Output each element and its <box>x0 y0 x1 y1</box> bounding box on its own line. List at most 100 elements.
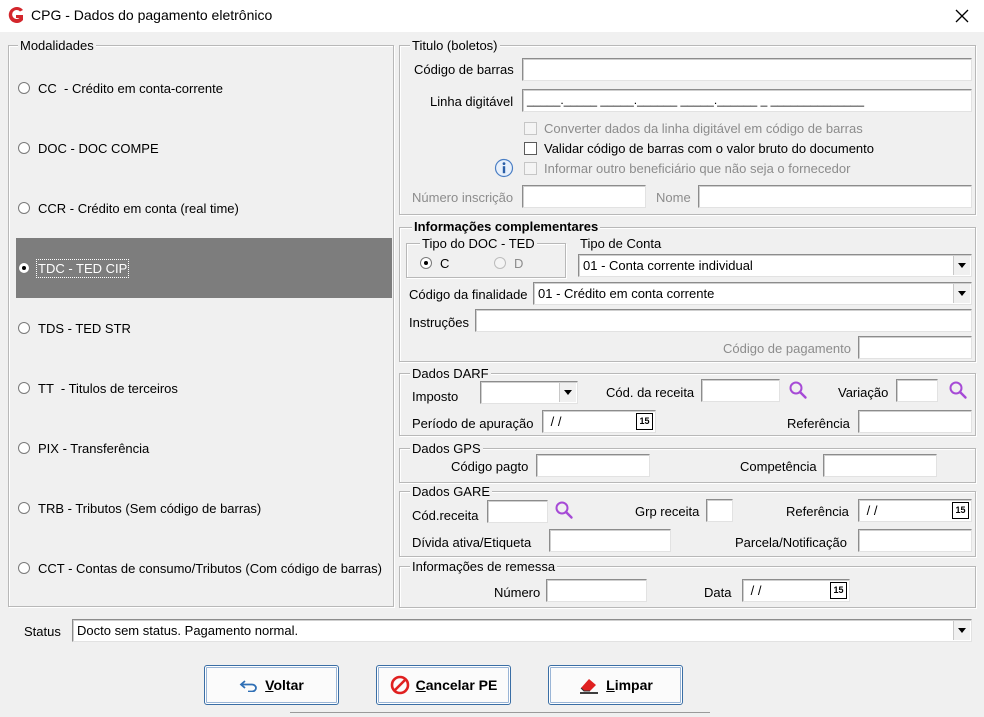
cancel-icon <box>390 675 409 695</box>
validar-checkbox-row[interactable]: Validar código de barras com o valor bru… <box>524 139 874 157</box>
status-select[interactable]: Docto sem status. Pagamento normal. <box>72 619 972 642</box>
validar-checkbox[interactable] <box>524 141 537 155</box>
nome-label: Nome <box>656 190 691 205</box>
variacao-input[interactable] <box>896 379 938 402</box>
radio-label: TT - Titulos de terceiros <box>38 380 178 396</box>
numero-label: Número <box>494 585 541 600</box>
tipo-doc-radio-d[interactable]: D <box>494 253 523 273</box>
codigo-finalidade-select[interactable]: 01 - Crédito em conta corrente <box>533 282 972 305</box>
radio-circle[interactable] <box>18 322 30 334</box>
search-icon[interactable] <box>554 500 574 520</box>
radio-circle[interactable] <box>494 257 506 269</box>
instrucoes-input[interactable] <box>475 309 972 332</box>
remessa-data-value: / / <box>747 583 762 598</box>
grp-receita-input[interactable] <box>706 499 733 522</box>
gps-legend: Dados GPS <box>410 441 483 456</box>
radio-d-label: D <box>514 255 524 271</box>
radio-modalidade-cc[interactable]: CC - Crédito em conta-corrente <box>18 78 223 98</box>
radio-label: CCT - Contas de consumo/Tributos (Com có… <box>38 560 382 576</box>
radio-modalidade-trb[interactable]: TRB - Tributos (Sem código de barras) <box>18 498 261 518</box>
codigo-pagamento-input[interactable] <box>858 336 972 359</box>
periodo-apuracao-value: / / <box>547 414 562 429</box>
codigo-finalidade-label: Código da finalidade <box>409 287 528 302</box>
cancelar-hotkey: C <box>415 677 426 693</box>
radio-label: DOC - DOC COMPE <box>38 140 159 156</box>
instrucoes-label: Instruções <box>409 315 469 330</box>
radio-circle[interactable] <box>18 382 30 394</box>
codigo-pagto-input[interactable] <box>536 454 650 477</box>
window-bottom-edge <box>290 712 710 717</box>
informar-checkbox-row[interactable]: Informar outro beneficiário que não seja… <box>524 159 850 177</box>
radio-modalidade-tds[interactable]: TDS - TED STR <box>18 318 131 338</box>
imposto-select[interactable] <box>480 381 578 404</box>
chevron-down-icon[interactable] <box>953 256 970 275</box>
info-icon[interactable] <box>494 158 514 178</box>
radio-circle[interactable] <box>18 202 30 214</box>
window-title: CPG - Dados do pagamento eletrônico <box>31 7 273 23</box>
numero-input[interactable] <box>546 579 647 602</box>
gare-legend: Dados GARE <box>410 484 493 499</box>
radio-label: CC - Crédito em conta-corrente <box>38 80 223 96</box>
radio-circle[interactable] <box>18 502 30 514</box>
converter-checkbox-row[interactable]: Converter dados da linha digitável em có… <box>524 119 863 137</box>
tipo-doc-ted-legend: Tipo do DOC - TED <box>420 236 537 251</box>
calendar-icon[interactable]: 15 <box>952 502 969 519</box>
informar-checkbox[interactable] <box>524 161 537 175</box>
parcela-notificacao-input[interactable] <box>858 529 972 552</box>
radio-circle[interactable] <box>18 82 30 94</box>
remessa-legend: Informações de remessa <box>410 559 558 574</box>
gare-referencia-input[interactable]: / / 15 <box>858 499 972 522</box>
radio-circle[interactable] <box>18 442 30 454</box>
search-icon[interactable] <box>948 380 968 400</box>
eraser-icon <box>580 679 599 694</box>
codigo-barras-input[interactable] <box>522 58 972 81</box>
modalidades-legend: Modalidades <box>18 38 96 53</box>
radio-modalidade-tdc[interactable]: TDC - TED CIP <box>18 258 130 278</box>
radio-modalidade-cct[interactable]: CCT - Contas de consumo/Tributos (Com có… <box>18 558 382 578</box>
radio-modalidade-ccr[interactable]: CCR - Crédito em conta (real time) <box>18 198 239 218</box>
periodo-apuracao-input[interactable]: / / 15 <box>542 410 656 433</box>
calendar-icon[interactable]: 15 <box>636 413 653 430</box>
numero-inscricao-input[interactable] <box>522 185 646 208</box>
limpar-label: Limpar <box>606 677 653 693</box>
search-icon[interactable] <box>788 380 808 400</box>
validar-label: Validar código de barras com o valor bru… <box>544 140 875 156</box>
gare-cod-receita-label: Cód.receita <box>412 508 479 523</box>
radio-modalidade-doc[interactable]: DOC - DOC COMPE <box>18 138 159 158</box>
tipo-conta-select[interactable]: 01 - Conta corrente individual <box>578 254 972 277</box>
cancelar-rest: ancelar PE <box>425 677 498 693</box>
chevron-down-icon[interactable] <box>953 284 970 303</box>
converter-checkbox[interactable] <box>524 121 537 135</box>
radio-circle[interactable] <box>18 142 30 154</box>
radio-label: TDS - TED STR <box>38 320 131 336</box>
radio-circle-checked[interactable] <box>420 257 432 269</box>
parcela-notificacao-label: Parcela/Notificação <box>735 535 847 550</box>
chevron-down-icon[interactable] <box>559 383 576 402</box>
radio-modalidade-tt[interactable]: TT - Titulos de terceiros <box>18 378 178 398</box>
gare-referencia-value: / / <box>863 503 878 518</box>
periodo-apuracao-label: Período de apuração <box>412 416 534 431</box>
divida-ativa-input[interactable] <box>549 529 671 552</box>
app-logo-icon <box>8 7 23 23</box>
radio-modalidade-pix[interactable]: PIX - Transferência <box>18 438 149 458</box>
gare-cod-receita-input[interactable] <box>487 500 548 523</box>
nome-input[interactable] <box>698 185 972 208</box>
darf-referencia-input[interactable] <box>858 410 972 433</box>
radio-circle-checked[interactable] <box>18 262 30 274</box>
tipo-doc-radio-c[interactable]: C <box>420 253 449 273</box>
voltar-button[interactable]: Voltar <box>204 665 339 705</box>
remessa-data-input[interactable]: / / 15 <box>742 579 850 602</box>
converter-label: Converter dados da linha digitável em có… <box>544 120 863 136</box>
close-button[interactable] <box>940 0 984 32</box>
linha-digitavel-input[interactable]: _____._____ _____.______ _____.______ _ … <box>522 89 972 112</box>
calendar-icon[interactable]: 15 <box>830 582 847 599</box>
darf-cod-receita-input[interactable] <box>701 379 780 402</box>
limpar-button[interactable]: Limpar <box>548 665 683 705</box>
competencia-input[interactable] <box>823 454 937 477</box>
chevron-down-icon[interactable] <box>953 621 970 640</box>
radio-circle[interactable] <box>18 562 30 574</box>
remessa-data-label: Data <box>704 585 732 600</box>
radio-label: TDC - TED CIP <box>35 258 130 278</box>
darf-cod-receita-label: Cód. da receita <box>606 385 695 400</box>
cancelar-pe-button[interactable]: Cancelar PE <box>376 665 511 705</box>
